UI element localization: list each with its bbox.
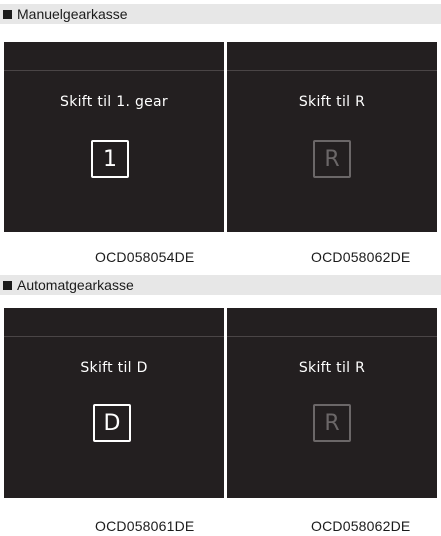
square-bullet-icon (3, 281, 12, 290)
section-title-manual: Manuelgearkasse (17, 6, 128, 22)
panel-divider-line (4, 70, 224, 71)
display-panel-manual-reverse: Skift til R R (227, 42, 437, 232)
shift-message: Skift til D (80, 360, 148, 376)
shift-message: Skift til 1. gear (60, 94, 168, 110)
shift-message: Skift til R (298, 360, 366, 376)
panel-divider-line (4, 336, 224, 337)
section-header-automatic: Automatgearkasse (0, 275, 441, 295)
image-code-caption: OCD058054DE (95, 249, 195, 265)
panel-divider-line (227, 70, 437, 71)
shift-message: Skift til R (298, 94, 366, 110)
display-panel-auto-reverse: Skift til R R (227, 308, 437, 498)
gear-indicator-r: R (313, 140, 351, 178)
image-code-caption: OCD058061DE (95, 518, 195, 534)
section-title-automatic: Automatgearkasse (17, 277, 134, 293)
display-panel-auto-drive: Skift til D D (4, 308, 224, 498)
image-code-caption: OCD058062DE (311, 249, 411, 265)
section-header-manual: Manuelgearkasse (0, 4, 441, 24)
gear-indicator-d: D (93, 404, 131, 442)
square-bullet-icon (3, 10, 12, 19)
display-panel-manual-first-gear: Skift til 1. gear 1 (4, 42, 224, 232)
gear-indicator-r: R (313, 404, 351, 442)
image-code-caption: OCD058062DE (311, 518, 411, 534)
panel-divider-line (227, 336, 437, 337)
panel-separator (224, 296, 227, 536)
panel-separator (224, 26, 227, 272)
gear-indicator-1: 1 (91, 140, 129, 178)
